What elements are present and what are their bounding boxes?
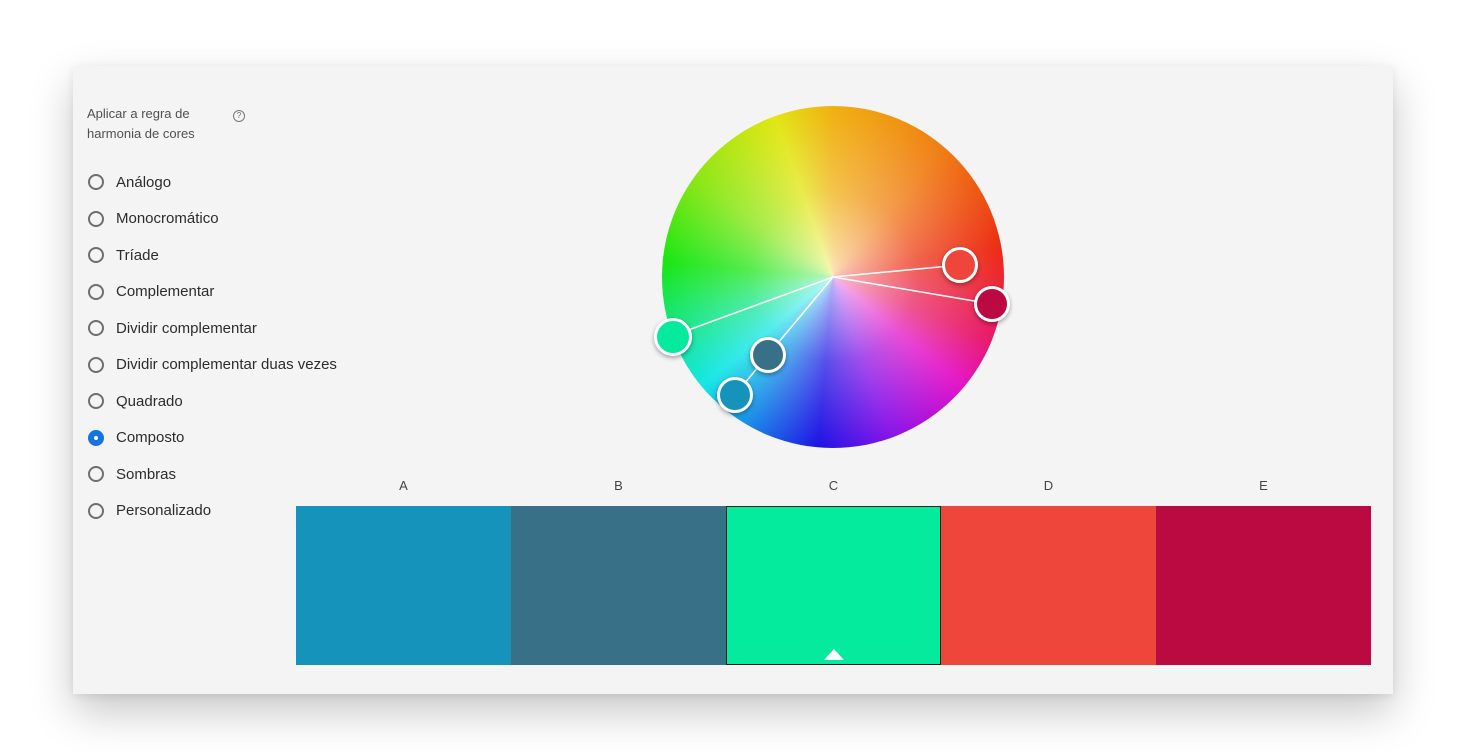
color-handle-e[interactable] — [974, 286, 1010, 322]
rule-option-triade[interactable]: Tríade — [87, 237, 337, 274]
color-swatches — [296, 506, 1371, 665]
rule-option-dividir-complementar-duas-vezes[interactable]: Dividir complementar duas vezes — [87, 347, 337, 384]
radio-button[interactable] — [88, 320, 104, 337]
radio-button[interactable] — [88, 466, 104, 483]
rule-option-label: Dividir complementar — [116, 319, 257, 337]
radio-button[interactable] — [88, 429, 104, 446]
swatch-label-d: D — [1043, 478, 1054, 493]
radio-button[interactable] — [88, 502, 104, 519]
color-handle-b[interactable] — [750, 337, 786, 373]
radio-button[interactable] — [88, 356, 104, 373]
rule-option-label: Sombras — [116, 465, 177, 483]
rule-option-complementar[interactable]: Complementar — [87, 274, 337, 311]
swatch-label-c: C — [828, 478, 839, 493]
harmony-rules-title: Aplicar a regra de harmonia de cores — [87, 106, 195, 141]
rule-option-label: Personalizado — [116, 502, 212, 520]
color-handle-d[interactable] — [942, 247, 978, 283]
rule-option-composto[interactable]: Composto — [87, 420, 337, 457]
rule-option-label: Quadrado — [116, 392, 183, 410]
rule-option-label: Composto — [116, 429, 185, 447]
color-wheel[interactable] — [654, 106, 1010, 448]
harmony-rule-list: Análogo Monocromático Tríade Complementa… — [87, 164, 337, 529]
color-harmony-panel: Aplicar a regra de harmonia de cores ? A… — [73, 66, 1393, 694]
radio-button[interactable] — [88, 283, 104, 300]
swatch-b[interactable] — [511, 506, 726, 665]
rule-option-label: Monocromático — [116, 210, 219, 228]
swatch-label-b: B — [614, 478, 623, 493]
connector-line-d — [832, 264, 961, 278]
radio-button[interactable] — [88, 247, 104, 264]
color-handle-a[interactable] — [717, 377, 753, 413]
radio-button[interactable] — [88, 174, 104, 191]
radio-button[interactable] — [88, 393, 104, 410]
rule-option-monocromatico[interactable]: Monocromático — [87, 201, 337, 238]
rule-option-label: Tríade — [116, 246, 159, 264]
swatch-e[interactable] — [1156, 506, 1371, 665]
swatch-a[interactable] — [296, 506, 511, 665]
rule-option-dividir-complementar[interactable]: Dividir complementar — [87, 310, 337, 347]
rule-option-label: Dividir complementar duas vezes — [116, 356, 337, 374]
rule-option-label: Complementar — [116, 283, 215, 301]
rule-option-analogo[interactable]: Análogo — [87, 164, 337, 201]
rule-option-label: Análogo — [116, 173, 172, 191]
base-color-caret-icon — [823, 649, 844, 660]
rule-option-quadrado[interactable]: Quadrado — [87, 383, 337, 420]
swatch-d[interactable] — [941, 506, 1156, 665]
swatch-label-a: A — [399, 478, 408, 493]
swatch-label-e: E — [1259, 478, 1268, 493]
swatch-labels: A B C D E — [296, 478, 1371, 498]
help-circle-icon[interactable]: ? — [233, 110, 245, 122]
swatch-c[interactable] — [726, 506, 941, 665]
harmony-rules-section: Aplicar a regra de harmonia de cores ? A… — [87, 104, 387, 519]
color-handle-c[interactable] — [654, 318, 692, 356]
radio-button[interactable] — [88, 210, 104, 227]
